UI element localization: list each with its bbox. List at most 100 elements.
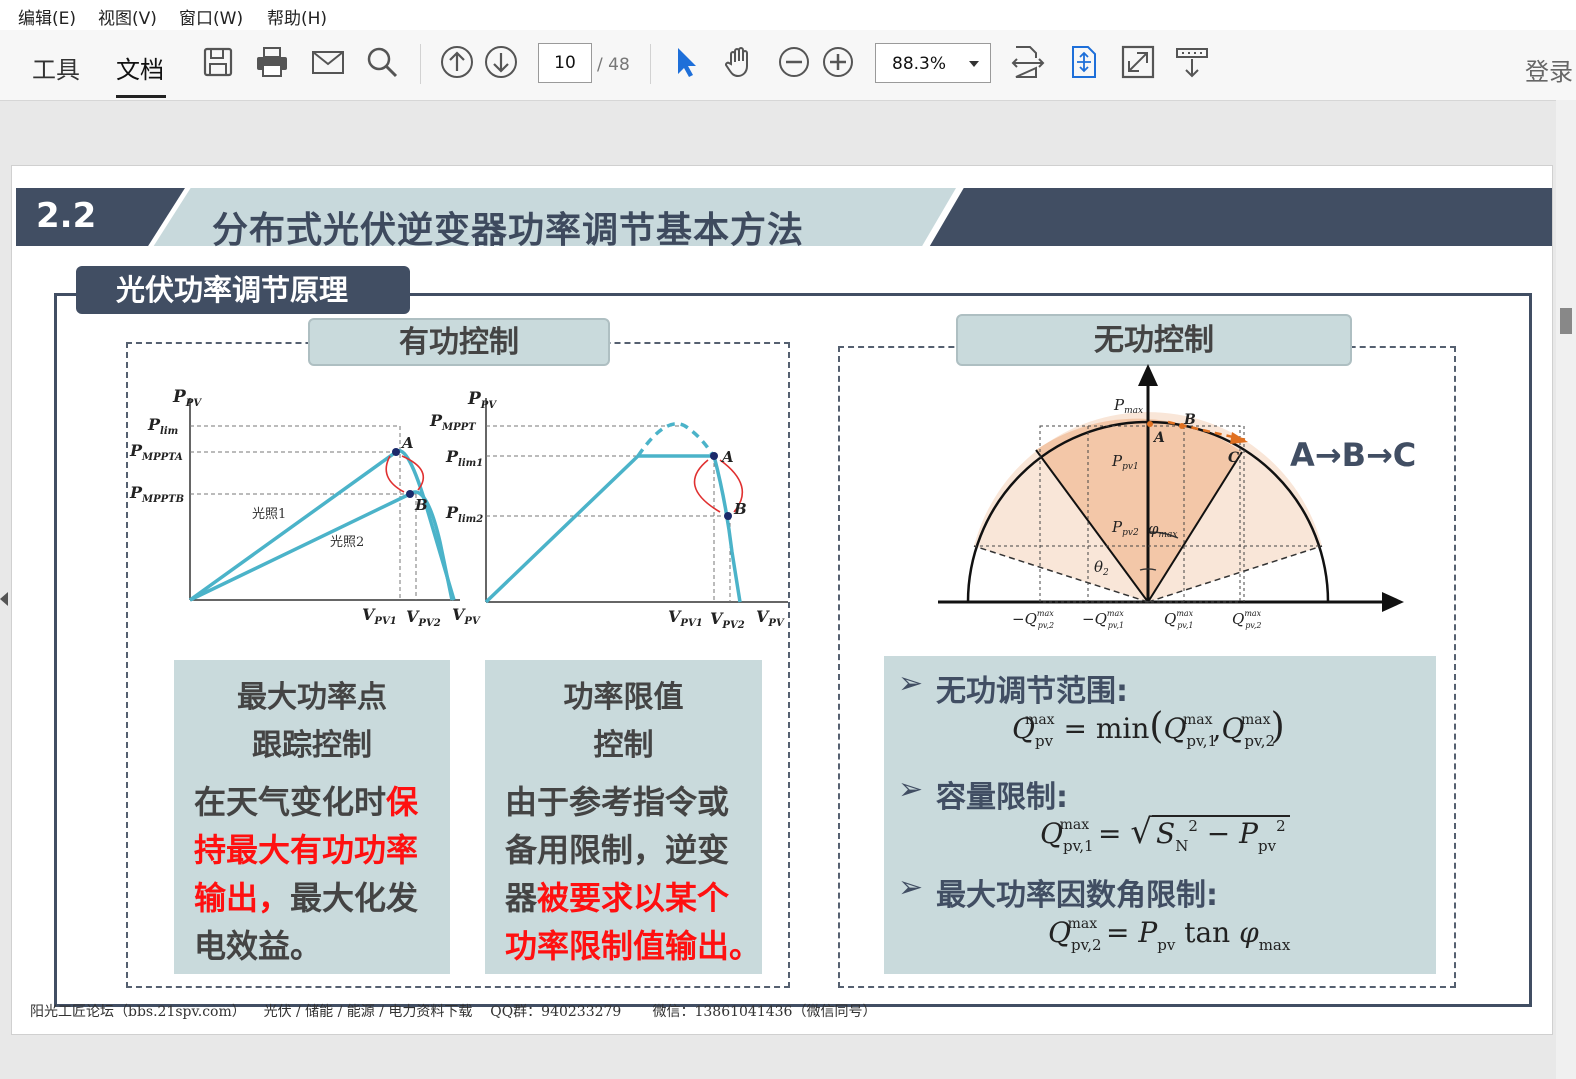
select-cursor-icon[interactable] — [668, 44, 704, 80]
chart2-plim1-label: Plim1 — [445, 447, 483, 469]
transition-label: A→B→C — [1290, 436, 1417, 474]
formula-pf-angle: Qpv,2max = Ppv tan φmax — [1048, 916, 1291, 954]
page-down-icon[interactable] — [483, 44, 519, 80]
power-limit-card-title-2: 控制 — [593, 728, 654, 763]
mppt-card-title-1: 最大功率点 — [237, 680, 387, 715]
chart2-plim2-label: Plim2 — [445, 503, 483, 525]
scrollbar-thumb[interactable] — [1560, 308, 1572, 334]
capacity-bullet-text: 容量限制: — [936, 780, 1068, 815]
menu-help[interactable]: 帮助(H) — [267, 4, 327, 29]
chart1-pmppta-label: PMPPTA — [129, 441, 183, 463]
mail-icon[interactable] — [310, 44, 346, 80]
print-icon[interactable] — [254, 44, 290, 80]
active-tab-indicator — [116, 95, 166, 98]
bullet-arrow-icon: ➢ — [898, 666, 924, 701]
chart1-curve2-label: 光照2 — [330, 535, 364, 550]
chart1-x1-label: VPV1 — [362, 605, 397, 627]
chart2-y-label: PPV — [467, 389, 497, 411]
tick-qpv1: Qmax pv,1 — [1164, 609, 1194, 630]
read-mode-icon[interactable] — [1174, 44, 1210, 80]
chart1-point-a — [392, 448, 400, 456]
point-b-label: B — [1183, 412, 1196, 428]
fit-page-icon[interactable] — [1066, 44, 1102, 80]
chart1-x2-label: VPV2 — [406, 607, 441, 629]
search-icon[interactable] — [364, 44, 400, 80]
toolbar-separator — [420, 44, 421, 84]
bullet-arrow-icon: ➢ — [898, 870, 924, 905]
tick-neg-qpv2: −Qmax pv,2 — [1012, 609, 1054, 630]
tick-qpv2: Qmax pv,2 — [1232, 609, 1262, 630]
power-limit-card-title-1: 功率限值 — [563, 680, 684, 715]
mppt-card-title-2: 跟踪控制 — [252, 728, 372, 763]
tick-neg-qpv1: −Qmax pv,1 — [1082, 609, 1124, 630]
q-axis-arrow — [1382, 592, 1404, 612]
chart2-x1-label: VPV1 — [668, 607, 703, 629]
fullscreen-icon[interactable] — [1120, 44, 1156, 80]
chart2-curve-mppt-dashed — [636, 422, 714, 457]
chart2-pmppt-label: PMPPT — [429, 411, 477, 433]
p-axis-arrow — [1138, 364, 1158, 386]
bullet-arrow-icon: ➢ — [898, 772, 924, 807]
point-c-label: C — [1228, 450, 1239, 466]
chart1-x3-label: VPV — [452, 605, 481, 627]
section-number: 2.2 — [36, 196, 97, 236]
reactive-power-semicircle-diagram: Pmax A B C Ppv1 Ppv2 φmax θ2 −Qmax pv,2 −… — [938, 364, 1404, 630]
subtitle-tag: 光伏功率调节原理 — [76, 266, 410, 314]
zoom-out-icon[interactable] — [776, 44, 812, 80]
pv-curves-chart: PPV Plim PMPPTA PMPPTB A B 光照1 光照2 VPV1 … — [129, 387, 788, 631]
chart2-point-a — [710, 452, 718, 460]
chart1-point-b — [406, 490, 414, 498]
range-bullet-text: 无功调节范围: — [936, 674, 1128, 709]
menu-window[interactable]: 窗口(W) — [179, 4, 243, 29]
zoom-value: 88.3% — [892, 54, 947, 74]
abc-arrow — [1230, 432, 1248, 444]
page-up-icon[interactable] — [439, 44, 475, 80]
chart1-point-a-label: A — [400, 434, 414, 452]
tab-tools[interactable]: 工具 — [32, 50, 80, 85]
power-limit-card: 功率限值 控制 由于参考指令或 备用限制，逆变 器被要求以某个 功率限制值输出。 — [485, 660, 762, 974]
previous-page-arrow-icon[interactable] — [0, 592, 8, 606]
power-limit-card-body: 由于参考指令或 备用限制，逆变 器被要求以某个 功率限制值输出。 — [505, 783, 762, 965]
active-power-title: 有功控制 — [308, 318, 610, 366]
fit-width-icon[interactable] — [1010, 44, 1046, 80]
chart1-y-label: PPV — [172, 387, 202, 409]
zoom-in-icon[interactable] — [820, 44, 856, 80]
page-total: / 48 — [597, 55, 630, 75]
hand-tool-icon[interactable] — [722, 44, 758, 80]
chart1-plim-label: Plim — [147, 415, 178, 437]
point-a-label: A — [1152, 430, 1165, 446]
chart1-curve1-label: 光照1 — [252, 507, 286, 522]
chevron-down-icon — [969, 61, 979, 67]
chart2-curve — [484, 454, 742, 604]
chart1-point-b-label: B — [414, 496, 428, 514]
chart2-point-b-label: B — [733, 500, 747, 518]
save-icon[interactable] — [200, 44, 236, 80]
chart2-x3-label: VPV — [756, 607, 785, 629]
chart2-x2-label: VPV2 — [710, 609, 745, 631]
tab-document[interactable]: 文档 — [116, 50, 164, 85]
reactive-power-title: 无功控制 — [956, 314, 1352, 366]
zoom-select[interactable]: 88.3% — [875, 43, 991, 83]
menu-view[interactable]: 视图(V) — [98, 4, 157, 29]
toolbar-separator — [650, 44, 651, 84]
chart1-red-arc — [385, 455, 405, 493]
menu-edit[interactable]: 编辑(E) — [18, 4, 76, 29]
menu-bar: 编辑(E) 视图(V) 窗口(W) 帮助(H) — [0, 0, 1576, 30]
chart1-pmpptb-label: PMPPTB — [129, 483, 184, 505]
page-number-input[interactable]: 10 — [538, 43, 592, 83]
page-footer: 阳光工匠论坛（bbs.21spv.com） 光伏 / 储能 / 能源 / 电力资… — [30, 1004, 877, 1020]
pf-angle-bullet-text: 最大功率因数角限制: — [936, 878, 1218, 913]
section-title: 分布式光伏逆变器功率调节基本方法 — [212, 210, 805, 251]
chart2-point-a-label: A — [720, 448, 734, 466]
formula-range: Qpvmax = min(Qpv,1max,Qpv,2max) — [1012, 706, 1285, 750]
document-page: 2.2 分布式光伏逆变器功率调节基本方法 光伏功率调节原理 有功控制 PPV P… — [12, 166, 1552, 1034]
chart1-curve-1 — [188, 449, 456, 602]
pmax-label: Pmax — [1113, 396, 1143, 416]
mppt-card: 最大功率点 跟踪控制 在天气变化时保 持最大有功功率 输出，最大化发 电效益。 — [174, 660, 450, 974]
chart1-curve-2 — [189, 490, 454, 602]
formula-capacity: Qpv,1max = √ SN2 − Ppv2 — [1040, 812, 1290, 855]
point-a — [1147, 421, 1153, 427]
vertical-scrollbar[interactable] — [1556, 100, 1576, 1079]
chart2-point-b — [724, 512, 732, 520]
login-button[interactable]: 登录 — [1525, 52, 1573, 87]
